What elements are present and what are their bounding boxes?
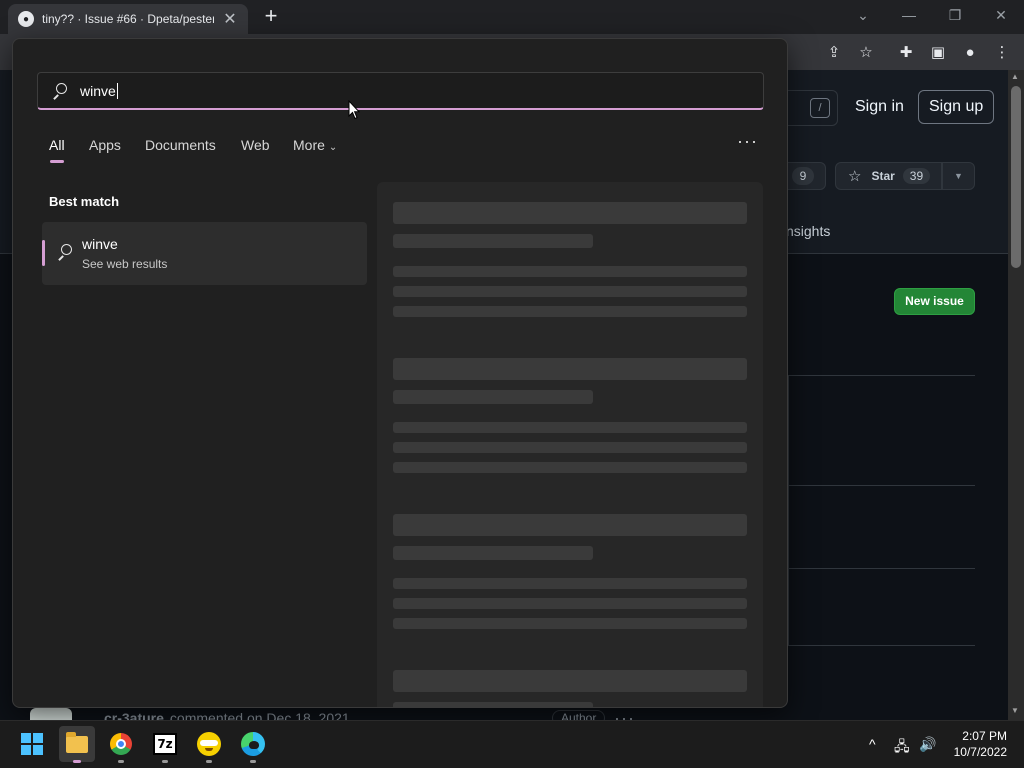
tab-apps[interactable]: Apps bbox=[89, 137, 121, 153]
clock-date[interactable]: 10/7/2022 bbox=[945, 745, 1007, 759]
result-title: winve bbox=[82, 236, 118, 252]
chrome-icon bbox=[110, 733, 132, 755]
tab-more-label: More bbox=[293, 137, 325, 153]
edge-icon bbox=[241, 732, 265, 756]
skeleton-placeholder bbox=[393, 266, 747, 277]
scrollbar-thumb[interactable] bbox=[1011, 86, 1021, 268]
new-tab-button[interactable]: + bbox=[258, 4, 284, 30]
sign-in-link[interactable]: Sign in bbox=[855, 98, 904, 116]
tab-web[interactable]: Web bbox=[241, 137, 270, 153]
search-icon bbox=[57, 244, 73, 261]
profile-icon[interactable]: ● bbox=[960, 42, 980, 62]
running-indicator bbox=[250, 760, 256, 763]
show-hidden-icons-chevron-icon[interactable]: ^ bbox=[869, 736, 876, 752]
star-label: Star bbox=[871, 169, 895, 183]
running-indicator bbox=[206, 760, 212, 763]
fork-count: 9 bbox=[792, 167, 814, 185]
divider bbox=[788, 375, 975, 376]
folder-icon bbox=[66, 731, 88, 753]
divider bbox=[788, 568, 975, 569]
star-icon: ☆ bbox=[848, 168, 862, 185]
extensions-icon[interactable]: ✚ bbox=[896, 42, 916, 62]
running-indicator bbox=[162, 760, 168, 763]
close-window-button[interactable]: ✕ bbox=[978, 0, 1024, 30]
start-button[interactable] bbox=[17, 729, 47, 759]
best-match-result[interactable]: winve See web results bbox=[42, 222, 367, 285]
minimize-button[interactable]: — bbox=[886, 0, 932, 30]
tab-insights[interactable]: nsights bbox=[786, 223, 830, 239]
tab-search-chevron-icon[interactable]: ⌄ bbox=[840, 0, 886, 30]
new-issue-button[interactable]: New issue bbox=[894, 288, 975, 315]
search-shortcut-key: / bbox=[810, 98, 830, 118]
chevron-down-icon: ⌄ bbox=[328, 142, 338, 153]
skeleton-placeholder bbox=[393, 702, 593, 707]
options-menu-icon[interactable]: ··· bbox=[737, 131, 758, 152]
skeleton-placeholder bbox=[393, 306, 747, 317]
active-tab-indicator bbox=[50, 160, 64, 163]
windows-logo-icon bbox=[21, 733, 43, 755]
skeleton-placeholder bbox=[393, 670, 747, 692]
skeleton-placeholder bbox=[393, 598, 747, 609]
browser-tabstrip: ● tiny?? · Issue #66 · Dpeta/pesterc ✕ +… bbox=[0, 0, 1024, 34]
search-input[interactable]: winve bbox=[37, 72, 764, 110]
skeleton-placeholder bbox=[393, 618, 747, 629]
skeleton-placeholder bbox=[393, 442, 747, 453]
timeline-line bbox=[788, 375, 789, 645]
bookmark-star-icon[interactable]: ☆ bbox=[856, 42, 876, 62]
network-icon[interactable]: 🖧 bbox=[894, 736, 910, 760]
tab-more[interactable]: More ⌄ bbox=[293, 137, 337, 153]
windows-search-panel: winve All Apps Documents Web More ⌄ ··· B… bbox=[12, 38, 788, 708]
result-subtitle: See web results bbox=[82, 257, 168, 271]
skeleton-placeholder bbox=[393, 358, 747, 380]
browser-tab[interactable]: ● tiny?? · Issue #66 · Dpeta/pesterc ✕ bbox=[8, 4, 248, 34]
edge-button[interactable] bbox=[238, 729, 268, 759]
search-icon bbox=[52, 82, 68, 100]
skeleton-placeholder bbox=[393, 578, 747, 589]
tab-documents[interactable]: Documents bbox=[145, 137, 216, 153]
skeleton-placeholder bbox=[393, 546, 593, 560]
volume-icon[interactable]: 🔊 bbox=[919, 736, 936, 753]
yellow-face-icon bbox=[197, 732, 221, 756]
restore-button[interactable]: ❐ bbox=[932, 0, 978, 30]
skeleton-placeholder bbox=[393, 286, 747, 297]
skeleton-placeholder bbox=[393, 462, 747, 473]
scroll-up-icon[interactable]: ▲ bbox=[1011, 72, 1019, 81]
best-match-heading: Best match bbox=[49, 194, 120, 209]
browser-menu-icon[interactable]: ⋮ bbox=[992, 42, 1012, 62]
skeleton-placeholder bbox=[393, 514, 747, 536]
scroll-down-icon[interactable]: ▼ bbox=[1011, 706, 1019, 715]
share-icon[interactable]: ⇪ bbox=[824, 42, 844, 62]
divider bbox=[788, 485, 975, 486]
yellow-face-app-button[interactable] bbox=[194, 729, 224, 759]
skeleton-placeholder bbox=[393, 390, 593, 404]
side-panel-icon[interactable]: ▣ bbox=[928, 42, 948, 62]
running-indicator bbox=[73, 760, 81, 763]
7zip-icon: 7z bbox=[153, 733, 177, 755]
star-dropdown-chevron-icon[interactable]: ▼ bbox=[942, 162, 975, 190]
skeleton-placeholder bbox=[393, 202, 747, 224]
skeleton-placeholder bbox=[393, 234, 593, 248]
screen: ● tiny?? · Issue #66 · Dpeta/pesterc ✕ +… bbox=[0, 0, 1024, 768]
selection-indicator bbox=[42, 240, 45, 266]
clock-time[interactable]: 2:07 PM bbox=[957, 729, 1007, 743]
star-button[interactable]: ☆ Star 39 bbox=[835, 162, 942, 190]
tab-all[interactable]: All bbox=[49, 137, 65, 153]
tab-title: tiny?? · Issue #66 · Dpeta/pesterc bbox=[42, 12, 214, 26]
sign-up-button[interactable]: Sign up bbox=[918, 90, 995, 124]
close-tab-icon[interactable]: ✕ bbox=[222, 9, 238, 29]
file-explorer-button[interactable] bbox=[59, 726, 95, 762]
search-query[interactable]: winve bbox=[80, 83, 116, 99]
skeleton-placeholder bbox=[393, 422, 747, 433]
7zip-button[interactable]: 7z bbox=[150, 729, 180, 759]
divider bbox=[788, 645, 975, 646]
text-caret bbox=[116, 82, 118, 99]
star-count: 39 bbox=[902, 168, 931, 184]
github-icon: ● bbox=[18, 11, 34, 27]
mouse-cursor-icon bbox=[348, 100, 360, 120]
preview-pane-loading bbox=[377, 182, 763, 707]
running-indicator bbox=[118, 760, 124, 763]
chrome-button[interactable] bbox=[106, 729, 136, 759]
